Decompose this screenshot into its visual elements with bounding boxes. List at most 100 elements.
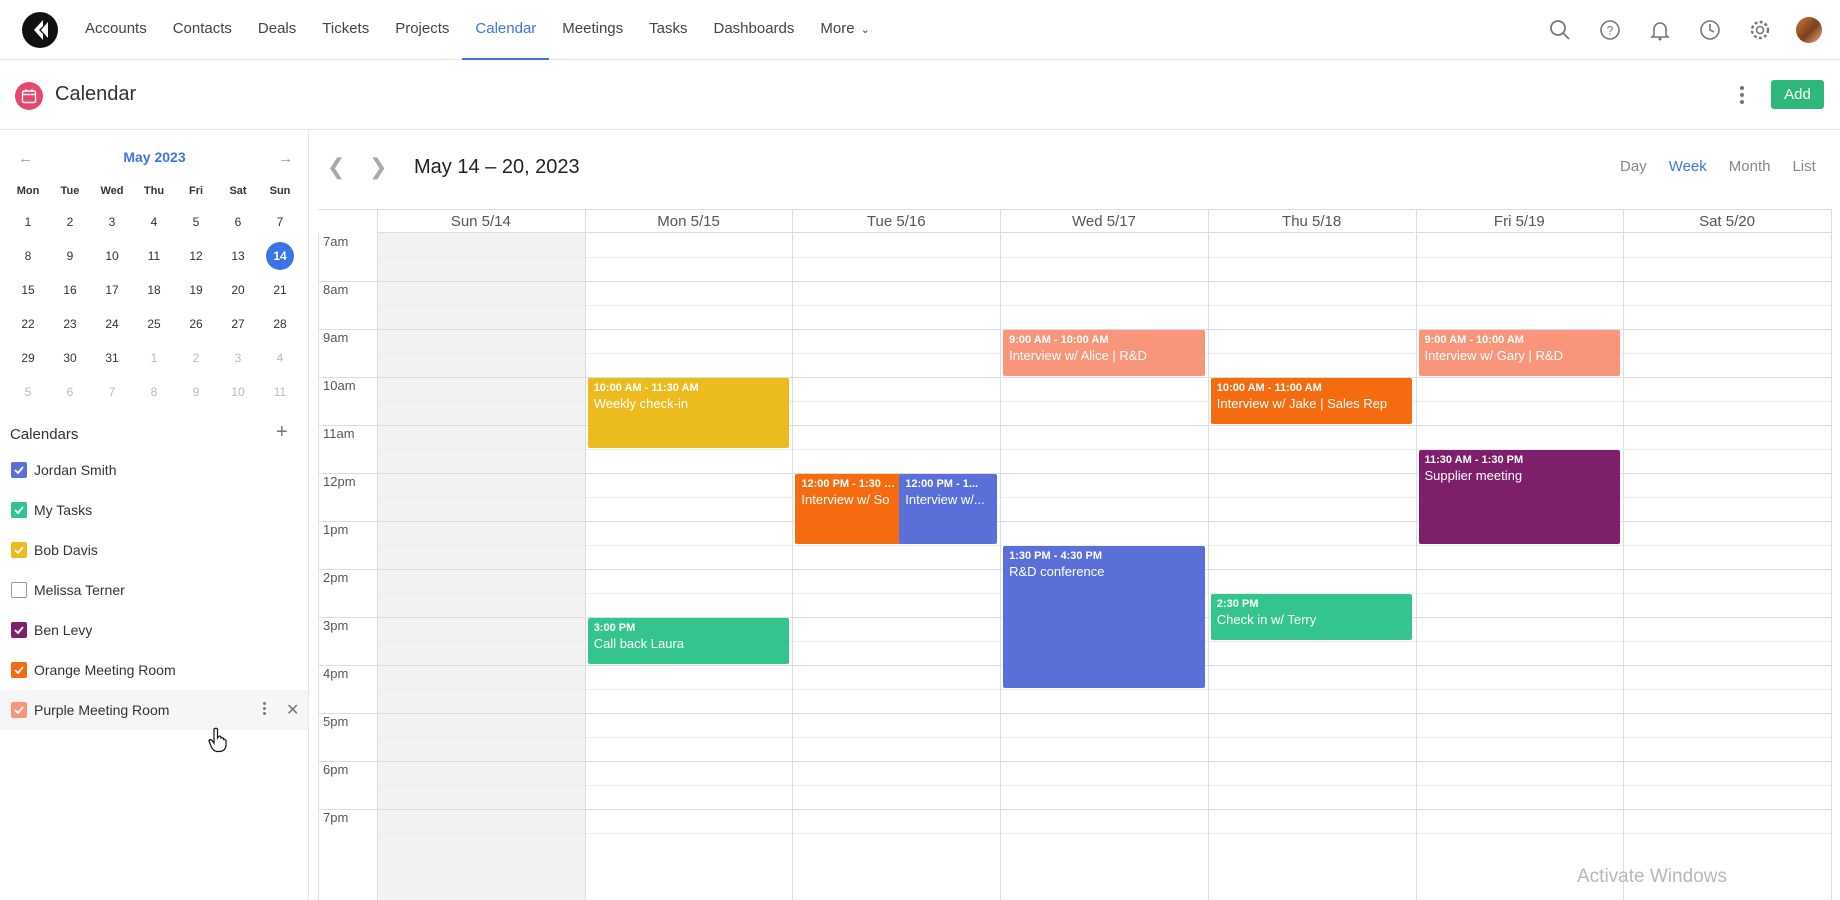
view-month[interactable]: Month [1729,158,1771,175]
calendar-event[interactable]: 12:00 PM - 1:30 PM Interview w/ So [795,474,902,544]
mini-calendar-day[interactable]: 20 [217,283,259,297]
mini-calendar-day[interactable]: 16 [49,283,91,297]
calendar-event[interactable]: 11:30 AM - 1:30 PM Supplier meeting [1418,450,1621,544]
day-column-header[interactable]: Fri 5/19 [1415,209,1624,233]
mini-calendar-day[interactable]: 23 [49,317,91,331]
mini-calendar-day[interactable]: 26 [175,317,217,331]
mini-calendar-day[interactable]: 28 [259,317,301,331]
mini-calendar-day[interactable]: 5 [175,215,217,229]
mini-calendar-day[interactable]: 30 [49,351,91,365]
mini-calendar-day[interactable]: 24 [91,317,133,331]
mini-calendar-day[interactable]: 5 [7,385,49,399]
mini-calendar-day[interactable]: 10 [91,249,133,263]
mini-calendar-day[interactable]: 31 [91,351,133,365]
day-column-header[interactable]: Thu 5/18 [1207,209,1416,233]
checkbox-checked-icon[interactable] [11,622,27,638]
mini-calendar-day[interactable]: 3 [91,215,133,229]
mini-calendar-day[interactable]: 22 [7,317,49,331]
calendar-item[interactable]: Melissa Terner [0,570,308,610]
mini-calendar-day[interactable]: 8 [7,249,49,263]
view-week[interactable]: Week [1669,158,1707,175]
mini-calendar-day[interactable]: 13 [217,249,259,263]
calendar-event[interactable]: 2:30 PM Check in w/ Terry [1210,594,1413,640]
mini-calendar-today[interactable]: 14 [259,242,301,270]
mini-calendar-title[interactable]: May 2023 [0,149,309,165]
more-options-icon[interactable] [1735,82,1749,108]
mini-calendar-day[interactable]: 4 [133,215,175,229]
mini-calendar-day[interactable]: 15 [7,283,49,297]
calendar-event[interactable]: 3:00 PM Call back Laura [587,618,790,664]
nav-item-deals[interactable]: Deals [245,0,309,60]
mini-calendar-day[interactable]: 21 [259,283,301,297]
calendar-item[interactable]: Purple Meeting Room ✕ [0,690,308,730]
day-column-header[interactable]: Sun 5/14 [377,209,585,233]
nav-item-more[interactable]: More ⌄ [807,0,882,60]
mini-calendar-day[interactable]: 1 [7,215,49,229]
chevron-right-icon[interactable]: ❯ [369,154,387,180]
mini-calendar-day[interactable]: 7 [259,215,301,229]
view-day[interactable]: Day [1620,158,1647,175]
mini-calendar-day[interactable]: 4 [259,351,301,365]
mini-calendar-day[interactable]: 11 [259,385,301,399]
checkbox-checked-icon[interactable] [11,502,27,518]
mini-calendar-day[interactable]: 19 [175,283,217,297]
calendar-event[interactable]: 10:00 AM - 11:00 AM Interview w/ Jake | S… [1210,378,1413,424]
mini-calendar-day[interactable]: 9 [49,249,91,263]
mini-calendar-day[interactable]: 12 [175,249,217,263]
mini-calendar-day[interactable]: 3 [217,351,259,365]
item-options-icon[interactable] [263,702,266,715]
mini-calendar-day[interactable]: 25 [133,317,175,331]
calendar-event[interactable]: 9:00 AM - 10:00 AM Interview w/ Alice | R… [1003,330,1205,376]
calendar-item[interactable]: My Tasks [0,490,308,530]
mini-calendar-day[interactable]: 10 [217,385,259,399]
calendar-item[interactable]: Bob Davis [0,530,308,570]
checkbox-empty-icon[interactable] [11,582,27,598]
calendar-item[interactable]: Orange Meeting Room [0,650,308,690]
calendar-event[interactable]: 1:30 PM - 4:30 PM R&D conference [1003,546,1205,688]
mini-calendar-day[interactable]: 7 [91,385,133,399]
checkbox-checked-icon[interactable] [11,542,27,558]
chevron-left-icon[interactable]: ❮ [327,154,345,180]
add-calendar-icon[interactable]: + [276,421,288,444]
add-button[interactable]: Add [1771,80,1824,109]
nav-item-projects[interactable]: Projects [382,0,462,60]
calendar-event[interactable]: 12:00 PM - 1... Interview w/... [899,474,998,544]
nav-item-tasks[interactable]: Tasks [636,0,700,60]
calendar-event[interactable]: 10:00 AM - 11:30 AM Weekly check-in [587,378,790,448]
checkbox-checked-icon[interactable] [11,462,27,478]
mini-calendar-day[interactable]: 27 [217,317,259,331]
gear-icon[interactable] [1746,16,1774,44]
mini-calendar-day[interactable]: 9 [175,385,217,399]
app-logo[interactable] [22,12,58,48]
mini-calendar-day[interactable]: 11 [133,249,175,263]
nav-item-contacts[interactable]: Contacts [160,0,245,60]
day-column-header[interactable]: Mon 5/15 [584,209,793,233]
mini-calendar-day[interactable]: 17 [91,283,133,297]
view-list[interactable]: List [1792,158,1815,175]
nav-item-meetings[interactable]: Meetings [549,0,636,60]
mini-calendar-day[interactable]: 2 [175,351,217,365]
nav-item-tickets[interactable]: Tickets [309,0,382,60]
search-icon[interactable] [1546,16,1574,44]
checkbox-checked-icon[interactable] [11,662,27,678]
nav-item-dashboards[interactable]: Dashboards [701,0,808,60]
mini-calendar-day[interactable]: 6 [217,215,259,229]
avatar[interactable] [1796,17,1822,43]
calendar-item[interactable]: Jordan Smith [0,450,308,490]
checkbox-checked-icon[interactable] [11,702,27,718]
bell-icon[interactable] [1646,16,1674,44]
calendar-item[interactable]: Ben Levy [0,610,308,650]
mini-calendar-day[interactable]: 2 [49,215,91,229]
clock-icon[interactable] [1696,16,1724,44]
nav-item-accounts[interactable]: Accounts [72,0,160,60]
day-column-header[interactable]: Sat 5/20 [1623,209,1831,233]
day-column-header[interactable]: Tue 5/16 [792,209,1001,233]
mini-calendar-day[interactable]: 1 [133,351,175,365]
calendar-event[interactable]: 9:00 AM - 10:00 AM Interview w/ Gary | R&… [1418,330,1621,376]
day-column-header[interactable]: Wed 5/17 [1000,209,1208,233]
help-icon[interactable]: ? [1596,16,1624,44]
close-icon[interactable]: ✕ [286,700,299,720]
nav-item-calendar[interactable]: Calendar [462,0,550,60]
mini-calendar-day[interactable]: 29 [7,351,49,365]
mini-calendar-day[interactable]: 6 [49,385,91,399]
